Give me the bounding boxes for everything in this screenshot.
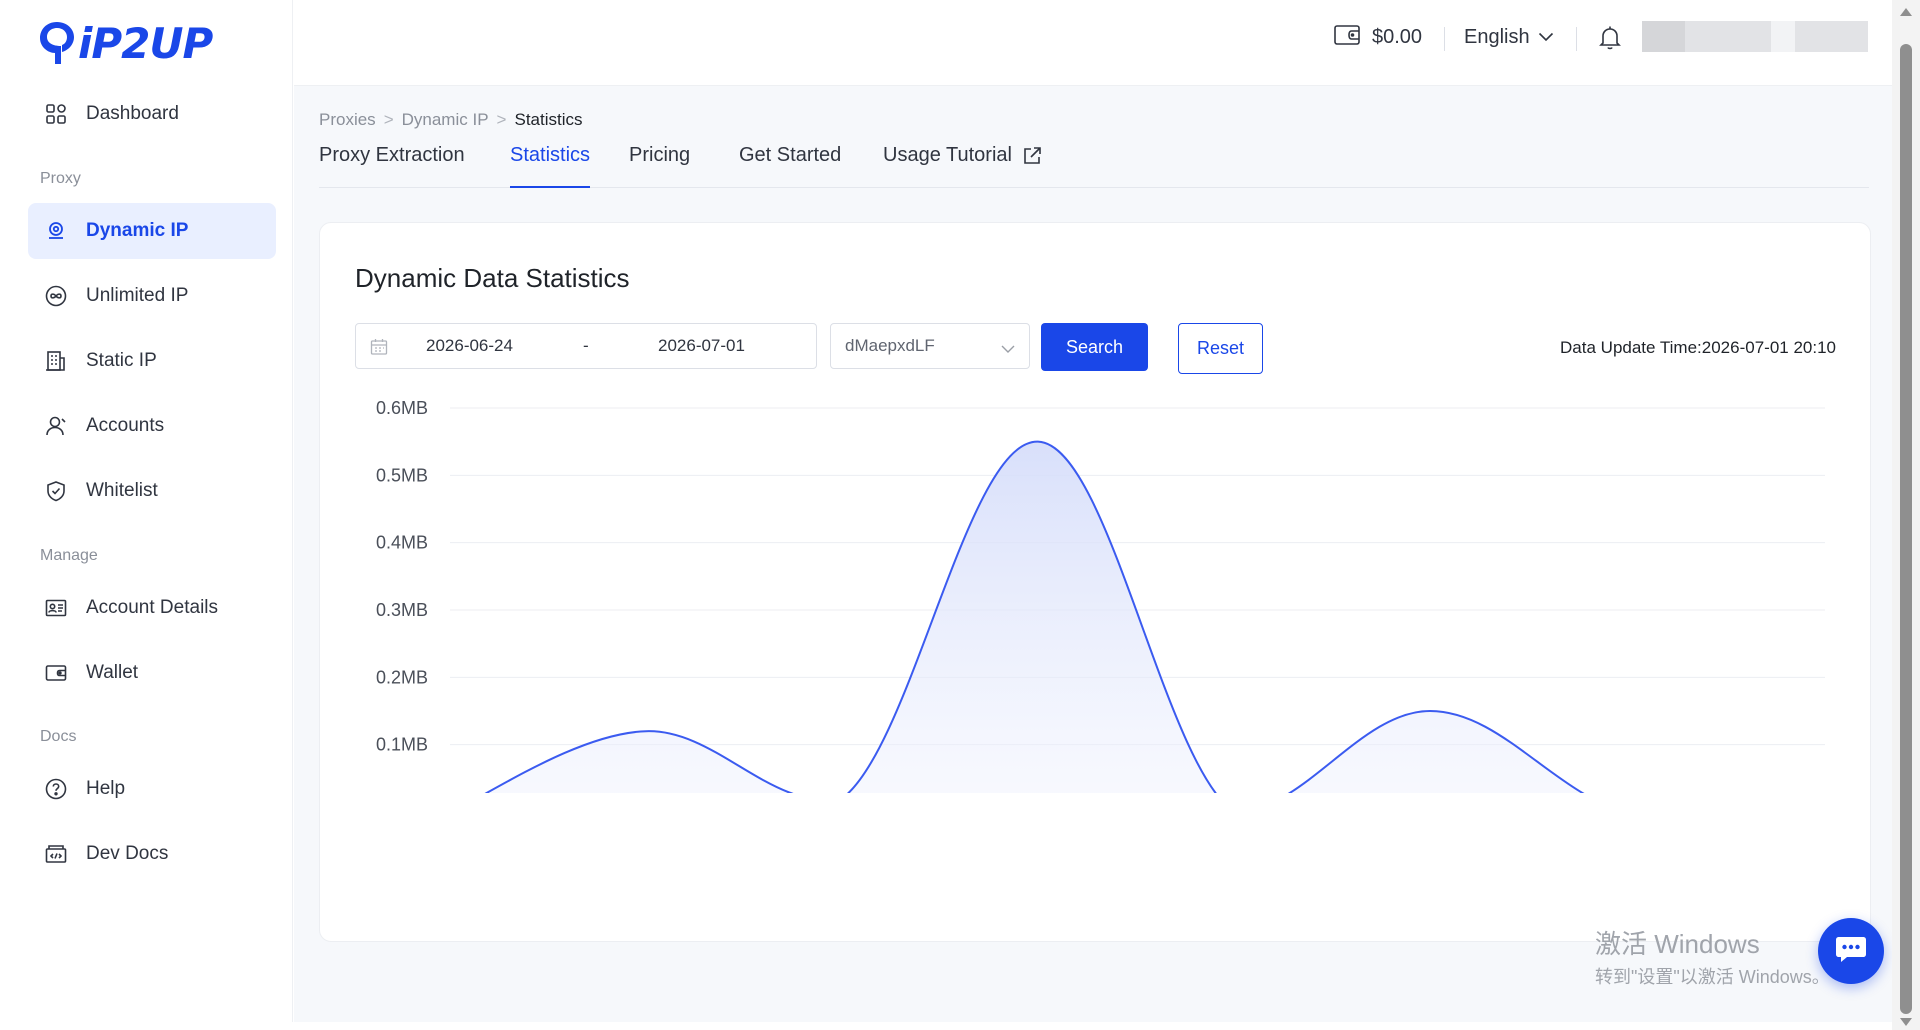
section-docs: Docs <box>40 728 77 745</box>
chat-support-button[interactable] <box>1818 918 1884 984</box>
sidebar-item-dev-docs[interactable]: Dev Docs <box>28 826 276 882</box>
user-icon <box>44 414 68 438</box>
vertical-scrollbar[interactable] <box>1892 0 1920 1030</box>
wallet-icon <box>1334 24 1360 51</box>
tab-statistics[interactable]: Statistics <box>510 144 591 188</box>
scroll-thumb[interactable] <box>1900 44 1912 1014</box>
sidebar-item-label: Dynamic IP <box>86 220 189 241</box>
sidebar-item-dynamic-ip[interactable]: Dynamic IP <box>28 203 276 259</box>
help-circle-icon <box>44 777 68 801</box>
scroll-down-arrow[interactable] <box>1900 1018 1912 1026</box>
sidebar-item-label: Dashboard <box>86 103 179 124</box>
sidebar-item-label: Static IP <box>86 350 157 371</box>
reset-button[interactable]: Reset <box>1178 323 1263 374</box>
sidebar-item-whitelist[interactable]: Whitelist <box>28 463 276 519</box>
sidebar-item-accounts[interactable]: Accounts <box>28 398 276 454</box>
sidebar-item-help[interactable]: Help <box>28 761 276 817</box>
divider <box>1576 27 1577 51</box>
end-date[interactable]: 2026-07-01 <box>658 336 745 356</box>
logo-icon <box>40 22 74 64</box>
language-label: English <box>1464 26 1530 48</box>
date-range-picker[interactable]: 2026-06-24 - 2026-07-01 <box>355 323 817 369</box>
windows-activation-watermark: 激活 Windows 转到"设置"以激活 Windows。 <box>1595 924 1830 989</box>
language-selector[interactable]: English <box>1464 26 1554 49</box>
sidebar-item-dashboard[interactable]: Dashboard <box>28 86 276 142</box>
username-placeholder <box>1795 21 1868 52</box>
sidebar-item-wallet[interactable]: Wallet <box>28 645 276 701</box>
sidebar-item-static-ip[interactable]: Static IP <box>28 333 276 389</box>
y-tick-label: 0.1MB <box>376 735 428 755</box>
statistics-card: Dynamic Data Statistics 2026-06-24 - 202… <box>319 222 1871 942</box>
code-doc-icon <box>44 842 68 866</box>
main-content: Proxies > Dynamic IP > Statistics Proxy … <box>294 86 1892 1022</box>
grid-icon <box>44 102 68 126</box>
watermark-line1: 激活 Windows <box>1595 929 1760 959</box>
chevron-down-icon <box>1538 29 1554 47</box>
notification-bell[interactable] <box>1598 25 1622 56</box>
start-date[interactable]: 2026-06-24 <box>426 336 513 356</box>
wallet-balance[interactable]: $0.00 <box>1334 24 1422 51</box>
sidebar-item-label: Unlimited IP <box>86 285 189 306</box>
building-icon <box>44 349 68 373</box>
card-title: Dynamic Data Statistics <box>355 263 630 293</box>
y-tick-label: 0.6MB <box>376 398 428 418</box>
sidebar-item-label: Account Details <box>86 597 219 618</box>
sidebar-item-account-details[interactable]: Account Details <box>28 580 276 636</box>
tab-bar: Proxy Extraction Statistics Pricing Get … <box>319 144 1869 188</box>
watermark-line2: 转到"设置"以激活 Windows。 <box>1595 967 1830 987</box>
chat-icon <box>1833 933 1869 970</box>
sidebar-item-label: Dev Docs <box>86 843 169 864</box>
sidebar-item-label: Help <box>86 778 126 799</box>
scroll-up-arrow[interactable] <box>1900 8 1912 16</box>
breadcrumb-dynamic-ip[interactable]: Dynamic IP <box>402 110 489 130</box>
chevron-down-icon <box>1001 341 1015 359</box>
logo[interactable]: iP2UP <box>38 18 213 68</box>
tab-usage-tutorial[interactable]: Usage Tutorial <box>883 144 1042 188</box>
area-fill <box>486 441 1583 793</box>
breadcrumb-proxies[interactable]: Proxies <box>319 110 376 130</box>
usage-area-chart: 0MB0.1MB0.2MB0.3MB0.4MB0.5MB0.6MB2026-06… <box>376 398 1825 793</box>
section-manage: Manage <box>40 547 98 564</box>
sidebar-item-label: Whitelist <box>86 480 158 501</box>
tab-proxy-extraction[interactable]: Proxy Extraction <box>319 144 465 188</box>
bell-icon <box>1598 26 1622 55</box>
y-tick-label: 0.3MB <box>376 600 428 620</box>
balance-amount: $0.00 <box>1372 26 1423 48</box>
calendar-icon <box>370 338 388 361</box>
tab-pricing[interactable]: Pricing <box>629 144 690 188</box>
id-card-icon <box>44 596 68 620</box>
shield-icon <box>44 479 68 503</box>
sidebar-item-unlimited-ip[interactable]: Unlimited IP <box>28 268 276 324</box>
divider <box>1444 27 1445 51</box>
y-tick-label: 0.4MB <box>376 533 428 553</box>
breadcrumb-current: Statistics <box>514 110 583 129</box>
user-profile[interactable] <box>1642 21 1868 52</box>
topbar: $0.00 English <box>294 0 1892 86</box>
tab-get-started[interactable]: Get Started <box>739 144 841 188</box>
spacer <box>1771 21 1795 52</box>
breadcrumb-separator: > <box>383 110 394 129</box>
infinity-icon <box>44 284 68 308</box>
location-pin-icon <box>44 219 68 243</box>
data-update-time: Data Update Time:2026-07-01 20:10 <box>1560 338 1836 357</box>
breadcrumb-separator: > <box>496 110 507 129</box>
y-tick-label: 0.5MB <box>376 465 428 485</box>
account-select[interactable]: dMaepxdLF <box>830 323 1030 369</box>
external-link-icon <box>1022 146 1042 172</box>
breadcrumb: Proxies > Dynamic IP > Statistics <box>319 110 583 130</box>
avatar <box>1642 21 1685 52</box>
section-proxy: Proxy <box>40 170 81 187</box>
wallet-icon <box>44 661 68 685</box>
search-button[interactable]: Search <box>1041 323 1148 371</box>
y-tick-label: 0.2MB <box>376 667 428 687</box>
sidebar-item-label: Accounts <box>86 415 165 436</box>
account-select-value: dMaepxdLF <box>845 336 935 355</box>
logo-text: iP2UP <box>78 18 213 68</box>
date-separator: - <box>583 336 589 355</box>
tab-label: Usage Tutorial <box>883 144 1012 166</box>
username-placeholder <box>1685 21 1771 52</box>
sidebar: iP2UP Dashboard Proxy Dynamic IP Unlimit… <box>0 0 293 1022</box>
sidebar-item-label: Wallet <box>86 662 139 683</box>
